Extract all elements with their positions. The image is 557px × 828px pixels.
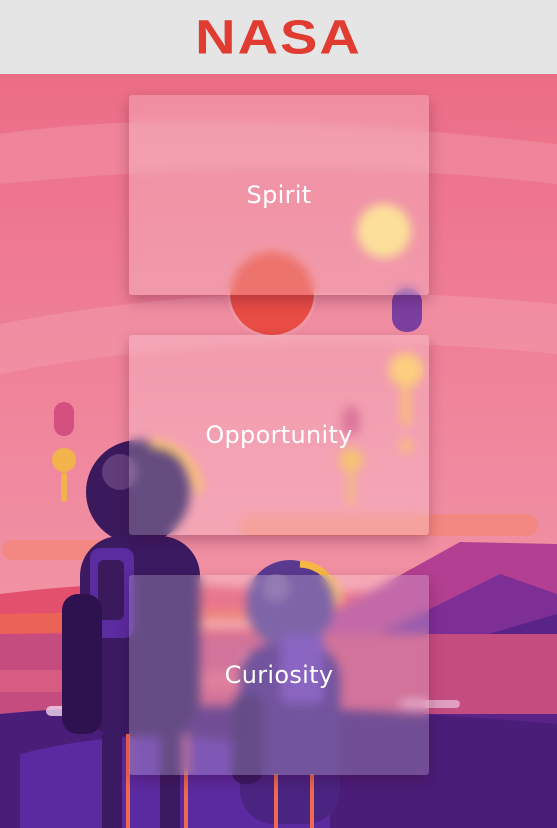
rover-card-label: Spirit [246, 181, 312, 209]
nasa-logo[interactable]: NASA [195, 12, 362, 61]
rover-card-opportunity[interactable]: Opportunity [129, 335, 429, 535]
rover-card-label: Curiosity [224, 661, 334, 689]
app-header: NASA [0, 0, 557, 74]
rover-card-curiosity[interactable]: Curiosity [129, 575, 429, 775]
rover-card-spirit[interactable]: Spirit [129, 95, 429, 295]
rover-card-label: Opportunity [205, 421, 353, 449]
